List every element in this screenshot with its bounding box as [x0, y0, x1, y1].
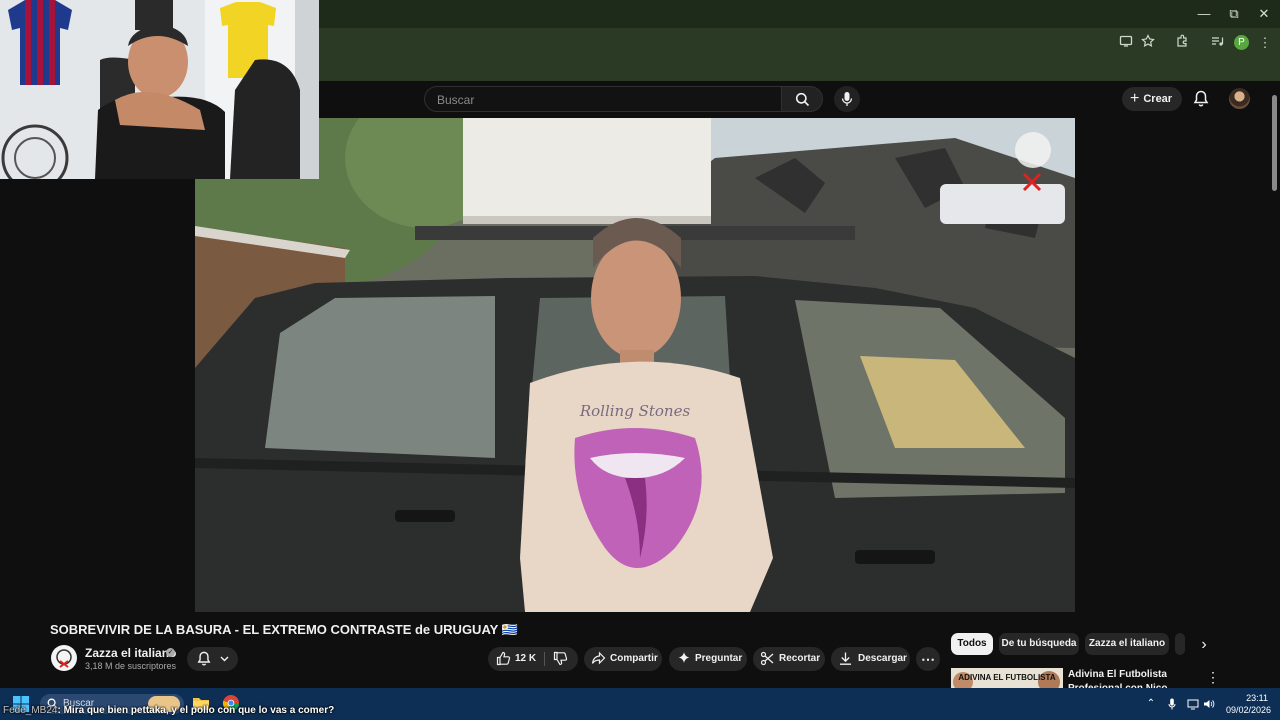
search-input[interactable] — [435, 90, 769, 110]
scrollbar-thumb[interactable] — [1272, 95, 1277, 191]
microphone-tray-icon[interactable] — [1166, 698, 1178, 710]
taskbar-clock-time[interactable]: 23:11 — [1240, 693, 1268, 703]
dislike-button[interactable] — [546, 647, 578, 671]
thumbnail-text: ADIVINA EL FUTBOLISTA — [958, 673, 1055, 682]
recommendation-title[interactable]: Adivina El Futbolista Profesional con Ni… — [1068, 668, 1198, 690]
like-button[interactable]: 12 K — [488, 647, 544, 671]
download-icon — [840, 652, 851, 665]
extensions-icon[interactable] — [1173, 34, 1191, 52]
channel-avatar[interactable] — [51, 645, 77, 671]
verified-badge-icon: ✓ — [166, 648, 175, 657]
network-tray-icon[interactable] — [1187, 698, 1199, 710]
webcam-overlay — [0, 0, 319, 179]
page-scrollbar[interactable] — [1270, 81, 1280, 688]
download-label: Descargar — [858, 653, 907, 664]
thumbs-down-icon — [553, 651, 568, 666]
channel-name[interactable]: Zazza el italiano — [85, 646, 176, 660]
chat-message-text: : Mira que bien pettaka, y el pollo con … — [57, 705, 335, 716]
streamer-webcam-image — [0, 0, 319, 179]
ask-button[interactable]: Preguntar — [669, 647, 747, 671]
video-title: SOBREVIVIR DE LA BASURA - EL EXTREMO CON… — [50, 622, 518, 637]
notifications-button[interactable] — [1190, 88, 1212, 110]
chip-zazza-el-italiano[interactable]: Zazza el italiano — [1085, 633, 1169, 655]
tray-chevron-up-icon[interactable]: ⌃ — [1145, 698, 1157, 710]
browser-profile-avatar[interactable]: P — [1234, 35, 1249, 50]
bell-icon — [197, 651, 211, 666]
share-label: Compartir — [610, 653, 658, 664]
close-window-button[interactable]: ✕ — [1249, 4, 1279, 24]
subscription-notifications-button[interactable] — [187, 647, 238, 671]
shirt-brand-text: Rolling Stones — [579, 402, 691, 420]
create-label: Crear — [1143, 93, 1173, 105]
create-button[interactable]: + Crear — [1122, 87, 1182, 111]
cast-icon[interactable] — [1117, 34, 1135, 52]
recommendation-menu-icon[interactable]: ⋮ — [1206, 668, 1220, 686]
subscriber-count: 3,18 M de suscriptores — [85, 661, 177, 671]
ask-label: Preguntar — [695, 653, 743, 664]
chip-de-tu-busqueda[interactable]: De tu búsqueda — [999, 633, 1079, 655]
stream-chat-message: Fede_MB24: Mira que bien pettaka, y el p… — [3, 705, 334, 716]
like-divider — [544, 652, 545, 666]
video-player[interactable]: Rolling Stones — [195, 118, 1075, 612]
chat-username: Fede_MB24 — [3, 705, 58, 716]
share-icon — [591, 651, 606, 665]
search-button[interactable] — [781, 86, 823, 112]
sparkle-icon — [678, 652, 690, 663]
microphone-icon — [841, 92, 853, 106]
taskbar-clock-date[interactable]: 09/02/2026 — [1226, 705, 1271, 715]
bell-icon — [1193, 90, 1209, 107]
bookmark-star-icon[interactable] — [1139, 34, 1157, 52]
recommendation-thumbnail[interactable]: ADIVINA EL FUTBOLISTA — [951, 668, 1063, 690]
scissors-icon — [760, 651, 774, 666]
share-button[interactable]: Compartir — [584, 647, 662, 671]
like-count: 12 K — [515, 653, 537, 664]
account-avatar[interactable] — [1229, 88, 1250, 109]
thumbs-up-icon — [496, 651, 511, 666]
minimize-button[interactable]: — — [1189, 4, 1219, 24]
chip-todos[interactable]: Todos — [951, 633, 993, 655]
chevron-down-icon — [220, 656, 229, 662]
clip-button[interactable]: Recortar — [753, 647, 825, 671]
chip-overflow[interactable] — [1175, 633, 1185, 655]
chevron-right-icon[interactable]: › — [1193, 634, 1215, 656]
browser-menu-icon[interactable]: ⋮ — [1256, 34, 1274, 52]
media-controls-icon[interactable] — [1208, 34, 1226, 52]
search-icon — [795, 92, 810, 107]
video-frame: Rolling Stones — [195, 118, 1075, 612]
plus-icon: + — [1130, 90, 1140, 107]
volume-tray-icon[interactable] — [1203, 698, 1215, 710]
download-button[interactable]: Descargar — [831, 647, 910, 671]
like-dislike-group: 12 K — [488, 647, 578, 671]
more-actions-button[interactable]: ⋯ — [916, 647, 940, 671]
search-box[interactable] — [424, 86, 781, 112]
clip-label: Recortar — [779, 653, 821, 664]
voice-search-button[interactable] — [834, 86, 860, 112]
maximize-button[interactable]: ⧉ — [1219, 4, 1249, 24]
more-horizontal-icon: ⋯ — [921, 651, 935, 667]
